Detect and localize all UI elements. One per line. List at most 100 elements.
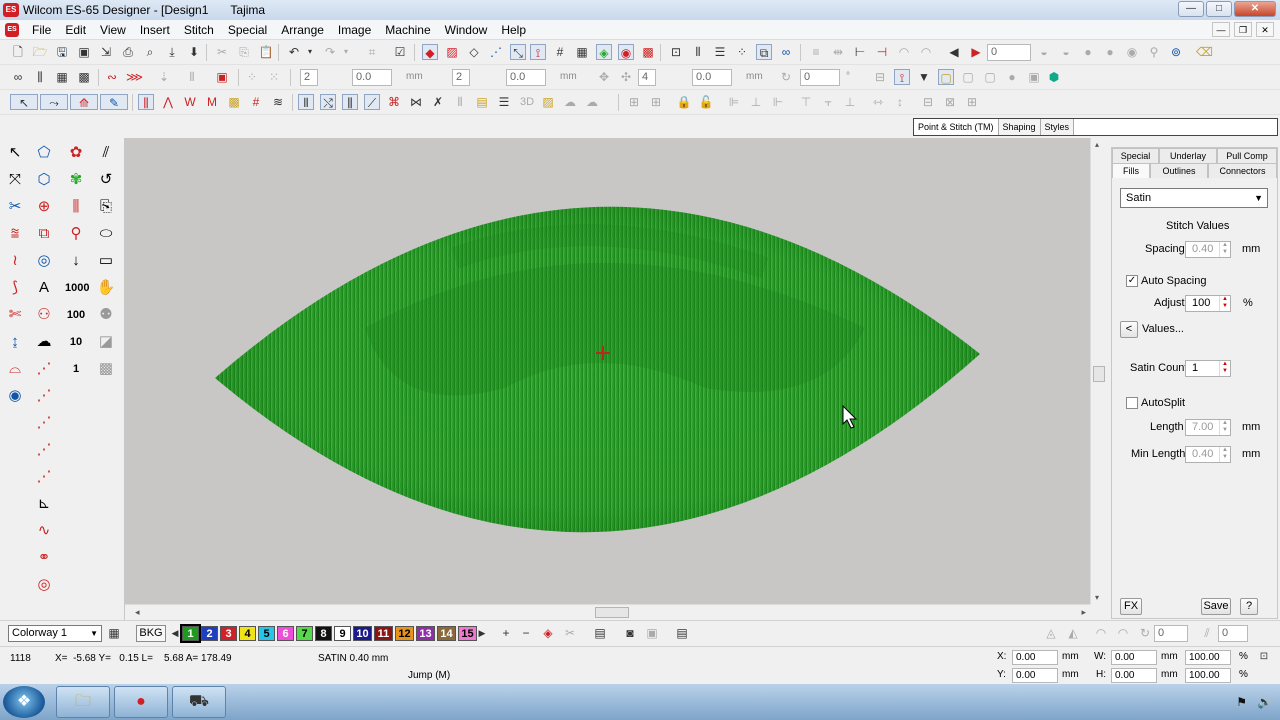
v-scroll-thumb[interactable] xyxy=(1093,366,1105,382)
frame3-icon[interactable]: ▢ xyxy=(982,69,998,85)
network-icon[interactable]: ⚑ xyxy=(1236,695,1247,709)
lines-icon[interactable]: ⫴ xyxy=(452,94,468,110)
needle-tool-icon[interactable]: ↓ xyxy=(65,250,87,272)
column-c-icon[interactable]: ⫼ xyxy=(342,94,358,110)
add-color-icon[interactable]: + xyxy=(498,625,514,641)
bars-icon[interactable]: ⫴ xyxy=(184,69,200,85)
curve-line-icon[interactable]: ∿ xyxy=(33,520,55,542)
palette-right-icon[interactable]: ▶ xyxy=(477,625,487,641)
length-field[interactable]: 7.00 ▲ ▼ xyxy=(1185,419,1231,436)
adjust-field[interactable]: 100 ▲ ▼ xyxy=(1185,295,1231,312)
zoom-icon[interactable]: ⊡ xyxy=(668,44,684,60)
wave-fill-icon[interactable]: ≋ xyxy=(270,94,286,110)
color-swatch-2[interactable]: 2 xyxy=(201,626,218,641)
run-line-icon[interactable]: ⋰ xyxy=(33,439,55,461)
parallel-lines-icon[interactable]: ⫽ xyxy=(95,142,117,164)
scroll-right-icon[interactable]: ▸ xyxy=(1081,607,1086,618)
show-needle-icon[interactable]: ⋰ xyxy=(488,44,504,60)
spacing-stepper-icon[interactable]: ▲ ▼ xyxy=(1219,242,1230,257)
color-swatch-8[interactable]: 8 xyxy=(315,626,332,641)
appliqué-icon[interactable]: ⌓ xyxy=(4,358,26,380)
color-swatch-3[interactable]: 3 xyxy=(220,626,237,641)
pin-icon[interactable]: ⚲ xyxy=(65,223,87,245)
menu-stitch[interactable]: Stitch xyxy=(177,20,221,40)
autosplit-checkbox[interactable] xyxy=(1126,397,1138,409)
count-c-field[interactable]: 4 xyxy=(638,69,656,86)
h-percent-field[interactable]: 100.00 xyxy=(1185,668,1231,683)
column-a-icon[interactable]: ⫴ xyxy=(298,94,314,110)
rotate-right-icon[interactable]: ◠ xyxy=(1115,625,1131,641)
select-object-icon[interactable]: ↖ xyxy=(4,142,26,164)
save-as-icon[interactable]: ▣ xyxy=(76,44,92,60)
color-swatch-12[interactable]: 12 xyxy=(395,626,414,641)
select-tool-icon[interactable]: ↖ xyxy=(10,94,38,110)
undo-dropdown-icon[interactable]: ▾ xyxy=(302,44,318,60)
rows-icon[interactable]: ☰ xyxy=(712,44,728,60)
lettering-icon[interactable]: A xyxy=(33,277,55,299)
machine-send-icon[interactable]: ⬇ xyxy=(186,44,202,60)
show-functions-icon[interactable]: ⤡ xyxy=(510,44,526,60)
eraser-icon[interactable]: ⌫ xyxy=(1196,44,1213,60)
distribute-icon[interactable]: ⇹ xyxy=(830,44,846,60)
comb-icon[interactable]: ⫼ xyxy=(65,196,87,218)
menu-file[interactable]: File xyxy=(25,20,58,40)
fill-type-select[interactable]: Satin ▼ xyxy=(1120,188,1268,208)
cube-icon[interactable]: ⧉ xyxy=(33,223,55,245)
triple-run-icon[interactable]: ⋙ xyxy=(126,69,143,85)
array-icon[interactable]: ⁘ xyxy=(244,69,260,85)
send-icon[interactable]: ⤓ xyxy=(164,44,180,60)
hoop-field[interactable]: 0 xyxy=(987,44,1031,61)
thread-chart-icon[interactable]: ▤ xyxy=(592,625,608,641)
color-swatch-6[interactable]: 6 xyxy=(277,626,294,641)
notes-icon[interactable]: ▤ xyxy=(674,625,690,641)
value-c-field[interactable]: 0.0 xyxy=(692,69,732,86)
vertical-scrollbar[interactable]: ▴ ▾ xyxy=(1090,138,1106,604)
colorway-select[interactable]: Colorway 1 ▼ xyxy=(8,625,102,642)
ungroup-icon[interactable]: ⊠ xyxy=(942,94,958,110)
next-icon[interactable]: ▶ xyxy=(968,44,984,60)
cut-tool-icon[interactable]: ✄ xyxy=(4,304,26,326)
tab-pull-comp[interactable]: Pull Comp xyxy=(1217,148,1277,163)
reshape-tool-icon[interactable]: ⤳ xyxy=(40,94,68,110)
column-b-icon[interactable]: ⤭ xyxy=(320,94,336,110)
angle-field[interactable]: 0 xyxy=(800,69,840,86)
zigzag-tool-icon[interactable]: ≀ xyxy=(4,250,26,272)
cut-color-icon[interactable]: ✂ xyxy=(562,625,578,641)
3d-view-icon[interactable]: ◈ xyxy=(596,44,612,60)
color-swatch-5[interactable]: 5 xyxy=(258,626,275,641)
tab-shaping[interactable]: Shaping xyxy=(998,119,1041,135)
reshape-object-icon[interactable]: ⬠ xyxy=(33,142,55,164)
palette-left-icon[interactable]: ◀ xyxy=(170,625,180,641)
target-tool-icon[interactable]: ◎ xyxy=(33,574,55,596)
w-percent-field[interactable]: 100.00 xyxy=(1185,650,1231,665)
menu-insert[interactable]: Insert xyxy=(133,20,177,40)
menu-edit[interactable]: Edit xyxy=(58,20,93,40)
document-icon[interactable]: ES xyxy=(5,22,19,37)
motif-icon[interactable]: ⋈ xyxy=(408,94,424,110)
eye-icon[interactable]: ◉ xyxy=(4,385,26,407)
save-icon[interactable]: 🖫 xyxy=(54,44,70,60)
rotate-free-icon[interactable]: ↻ xyxy=(1137,625,1153,641)
align-top-icon[interactable]: ⊤ xyxy=(798,94,814,110)
chart-icon[interactable]: ◪ xyxy=(95,331,117,353)
recorder-app-icon[interactable]: ⛟ xyxy=(172,686,226,718)
volume-icon[interactable]: 🔊 xyxy=(1257,695,1272,709)
hoop-icon[interactable]: ◎ xyxy=(33,250,55,272)
menu-window[interactable]: Window xyxy=(438,20,495,40)
leaf-icon[interactable]: ✾ xyxy=(65,169,87,191)
rotation-field[interactable]: 0 xyxy=(1154,625,1188,642)
lock-ratio-icon[interactable]: ⊡ xyxy=(1256,649,1272,665)
slant-field[interactable]: 0 xyxy=(1218,625,1248,642)
bean-line-icon[interactable]: ⋰ xyxy=(33,466,55,488)
color-grid-icon[interactable]: ▦ xyxy=(106,625,122,641)
cloud-tool-icon[interactable]: ☁ xyxy=(33,331,55,353)
color-lock-icon[interactable]: ▣ xyxy=(644,625,660,641)
monogram-1000-icon[interactable]: 1000 xyxy=(65,277,89,299)
help-button[interactable]: ? xyxy=(1240,598,1258,615)
scroll-left-icon[interactable]: ◂ xyxy=(135,607,140,618)
hand-icon[interactable]: ✋ xyxy=(95,277,117,299)
color-swatch-7[interactable]: 7 xyxy=(296,626,313,641)
menu-arrange[interactable]: Arrange xyxy=(274,20,331,40)
satin-icon[interactable]: ∞ xyxy=(10,69,26,85)
arc-tool-icon[interactable]: ↺ xyxy=(95,169,117,191)
